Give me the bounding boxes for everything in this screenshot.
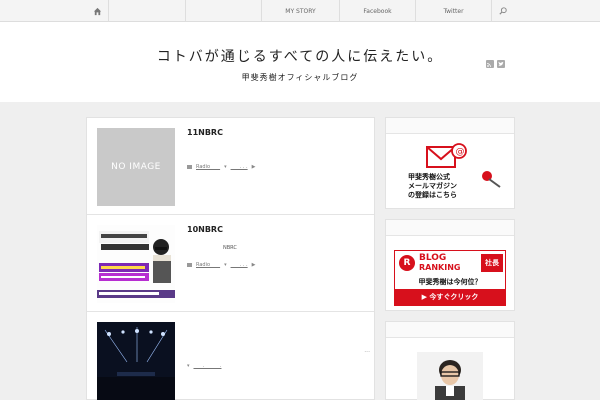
post-thumbnail-graphic [97, 322, 175, 400]
ranking-cta-button[interactable]: ▶ 今すぐクリック [395, 289, 505, 305]
post-category-link[interactable]: Radio____ [196, 164, 220, 170]
mail-magazine-banner[interactable]: @ 甲斐秀樹公式 メールマガジン の登録はこちら [394, 142, 506, 204]
post-thumbnail[interactable] [97, 225, 175, 303]
post-meta: Radio____ ▾ ___ . . . ▶ [187, 262, 255, 268]
post-meta: Radio____ ▾ ___ . . . ▶ [187, 164, 255, 170]
post-item: ▾ ___ . _____ . ... [87, 312, 374, 400]
post-tag-link[interactable]: ___ . . . [231, 164, 248, 170]
folder-icon [187, 263, 192, 267]
post-thumbnail-graphic [97, 225, 175, 303]
home-icon [93, 7, 101, 15]
twitter-icon[interactable] [497, 60, 505, 68]
post-tag-link[interactable]: ___ . _____ . [194, 363, 222, 369]
rss-icon[interactable] [486, 60, 494, 68]
post-item: NO IMAGE 11NBRC Radio____ ▾ ___ . . . ▶ [87, 118, 374, 215]
search-button[interactable] [492, 0, 514, 22]
site-header: コトバが通じるすべての人に伝えたい。 甲斐秀樹オフィシャルブログ [0, 22, 600, 102]
ranking-label-ranking: RANKING [419, 263, 461, 272]
post-category-link[interactable]: Radio____ [196, 262, 220, 268]
pen-icon [482, 171, 501, 188]
post-list: NO IMAGE 11NBRC Radio____ ▾ ___ . . . ▶ [86, 117, 375, 400]
nav-empty-2 [185, 0, 261, 22]
profile-portrait [417, 352, 483, 400]
comment-icon[interactable]: ▶ [252, 262, 256, 268]
svg-text:@: @ [456, 147, 465, 157]
more-link[interactable]: ... [364, 347, 370, 354]
mail-banner-line3: の登録はこちら [408, 191, 457, 199]
tag-icon: ▾ [187, 363, 190, 369]
site-subtitle: 甲斐秀樹オフィシャルブログ [241, 73, 359, 82]
widget-header [386, 118, 514, 134]
ranking-label-blog: BLOG [419, 253, 447, 263]
widget-header [386, 322, 514, 338]
post-meta: ▾ ___ . _____ . [187, 363, 221, 369]
post-thumbnail[interactable] [97, 322, 175, 400]
post-title[interactable]: 10NBRC [187, 225, 223, 234]
nav-empty-1 [108, 0, 185, 22]
nav-item-my-story[interactable]: MY STORY [261, 0, 339, 22]
post-tag-link[interactable]: ___ . . . [231, 262, 248, 268]
post-thumbnail-no-image[interactable]: NO IMAGE [97, 128, 175, 206]
tag-icon: ▾ [224, 262, 227, 268]
sidebar-widget-mail: @ 甲斐秀樹公式 メールマガジン の登録はこちら [385, 117, 515, 209]
top-navigation: MY STORY Facebook Twitter [0, 0, 600, 22]
widget-header [386, 220, 514, 236]
tag-icon: ▾ [224, 164, 227, 170]
mail-envelope-icon: @ [426, 143, 467, 168]
home-button[interactable] [86, 0, 108, 22]
post-item: 10NBRC NBRC Radio____ ▾ ___ . . . ▶ [87, 215, 374, 312]
no-image-label: NO IMAGE [111, 162, 161, 172]
post-excerpt: NBRC [223, 245, 237, 251]
folder-icon [187, 165, 192, 169]
nav-item-twitter[interactable]: Twitter [415, 0, 492, 22]
site-title[interactable]: コトバが通じるすべての人に伝えたい。 [0, 46, 600, 66]
blog-ranking-banner[interactable]: R BLOG RANKING 社長 甲斐秀樹は今何位？ ▶ 今すぐクリック [394, 250, 506, 306]
nav-item-facebook[interactable]: Facebook [339, 0, 415, 22]
sidebar-widget-profile [385, 321, 515, 400]
profile-photo[interactable] [417, 352, 483, 400]
sidebar-widget-ranking: R BLOG RANKING 社長 甲斐秀樹は今何位？ ▶ 今すぐクリック [385, 219, 515, 311]
comment-icon[interactable]: ▶ [252, 164, 256, 170]
post-title[interactable]: 11NBRC [187, 128, 223, 137]
ranking-question: 甲斐秀樹は今何位？ [418, 278, 482, 286]
ranking-logo-icon: R [399, 255, 415, 271]
ranking-badge: 社長 [481, 254, 503, 272]
search-icon [499, 7, 507, 15]
